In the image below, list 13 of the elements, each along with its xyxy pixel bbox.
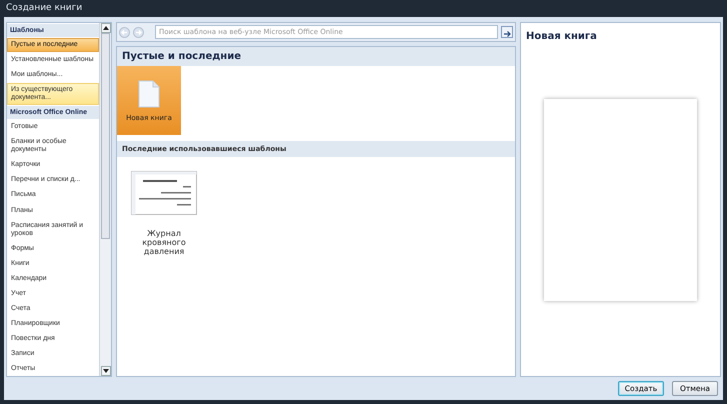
scroll-down-icon[interactable]: [100, 366, 110, 376]
back-arrow-icon[interactable]: [119, 26, 130, 38]
scroll-thumb[interactable]: [101, 33, 110, 240]
section-title: Пустые и последние: [117, 47, 515, 66]
template-tile[interactable]: Журнал кровяного давления: [125, 171, 203, 256]
preview-title: Новая книга: [525, 30, 598, 44]
forward-arrow-icon[interactable]: [133, 26, 144, 38]
scroll-up-icon[interactable]: [100, 23, 110, 33]
spreadsheet-thumbnail-drawing: [131, 171, 197, 215]
scrollbar[interactable]: [99, 23, 111, 376]
window-title: Создание книги: [5, 2, 84, 15]
blank-page-icon: [138, 80, 160, 108]
template-label: Журнал кровяного давления: [141, 229, 187, 256]
